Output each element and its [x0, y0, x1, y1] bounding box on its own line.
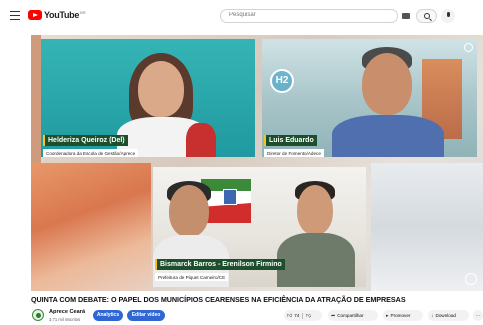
speaker-role-tag: Diretor de Fomento/Adece — [264, 149, 324, 157]
subscriber-count: 3,71 mil inscritos — [49, 316, 81, 322]
thumbs-down-icon[interactable]: 👎︎ — [306, 311, 311, 322]
like-dislike-button[interactable]: 👍︎ 74 👎︎ — [284, 310, 322, 321]
share-label: Compartilhar — [337, 313, 364, 318]
speaker-face — [362, 53, 412, 115]
speaker-name-tag: Bismarck Barros - Erenilson Firmino — [155, 259, 285, 270]
more-actions-button[interactable]: ··· — [473, 310, 483, 321]
search-input[interactable] — [229, 12, 379, 18]
analytics-button[interactable]: Analytics — [93, 310, 123, 321]
speaker-face — [297, 185, 333, 235]
h2-hydrogen-logo: H2 — [270, 69, 294, 93]
speaker-name-tag: Luis Eduardo — [264, 135, 317, 146]
speaker-scarf — [186, 123, 216, 157]
channel-avatar[interactable] — [32, 309, 44, 321]
search-box[interactable] — [220, 9, 398, 23]
hamburger-menu-icon[interactable] — [10, 11, 20, 20]
channel-row: Aprece Ceará 3,71 mil inscritos Analytic… — [31, 308, 483, 325]
share-button[interactable]: ➦ Compartilhar — [328, 310, 378, 321]
logo-text: YouTube — [44, 10, 80, 20]
top-bar: YouTube BR — [0, 0, 483, 32]
search-button[interactable] — [416, 9, 437, 23]
share-icon: ➦ — [331, 313, 336, 319]
speaker-face — [169, 185, 209, 237]
speaker-panel-2: H2 Luis Eduardo Diretor de Fomento/Adece — [262, 39, 477, 157]
search-icon — [424, 13, 430, 19]
speaker-panel-1: Helderiza Queiroz (Del) Coordenadora da … — [41, 39, 255, 157]
edit-video-button[interactable]: Editar vídeo — [127, 310, 165, 321]
youtube-play-icon — [28, 10, 42, 20]
background-decor-orange — [31, 163, 151, 291]
background-decor-light — [371, 163, 483, 291]
youtube-logo[interactable]: YouTube BR — [28, 10, 86, 20]
voice-search-mic-icon[interactable] — [441, 9, 455, 23]
download-icon: ↓ — [431, 313, 434, 319]
video-player[interactable]: Helderiza Queiroz (Del) Coordenadora da … — [31, 35, 483, 291]
like-count: 74 — [294, 313, 300, 318]
speaker-face — [138, 61, 184, 117]
promote-label: Promover — [390, 313, 411, 318]
promote-icon: ▸ — [386, 313, 389, 319]
video-title: QUINTA COM DEBATE: O PAPEL DOS MUNICÍPIO… — [31, 295, 406, 304]
speaker-role-tag: Prefeitura de Piquet Carneiro/CE — [155, 273, 229, 281]
channel-name[interactable]: Aprece Ceará — [49, 309, 85, 315]
corner-logo-icon — [464, 43, 473, 52]
speaker-shirt — [277, 233, 355, 287]
logo-country-code: BR — [80, 10, 86, 15]
channel-watermark-icon[interactable] — [465, 273, 477, 285]
keyboard-icon[interactable] — [402, 13, 410, 19]
speaker-role-tag: Coordenadora da Escola de Gestão/Aprece — [43, 149, 139, 157]
thumbs-up-icon: 👍︎ — [287, 313, 293, 319]
speaker-panel-3: Bismarck Barros - Erenilson Firmino Pref… — [153, 167, 366, 287]
speaker-name-tag: Helderiza Queiroz (Del) — [43, 135, 128, 146]
download-label: Download — [435, 313, 456, 318]
promote-button[interactable]: ▸ Promover — [383, 310, 423, 321]
background-decor — [31, 35, 41, 163]
download-button[interactable]: ↓ Download — [428, 310, 469, 321]
speaker-shirt — [332, 115, 444, 157]
